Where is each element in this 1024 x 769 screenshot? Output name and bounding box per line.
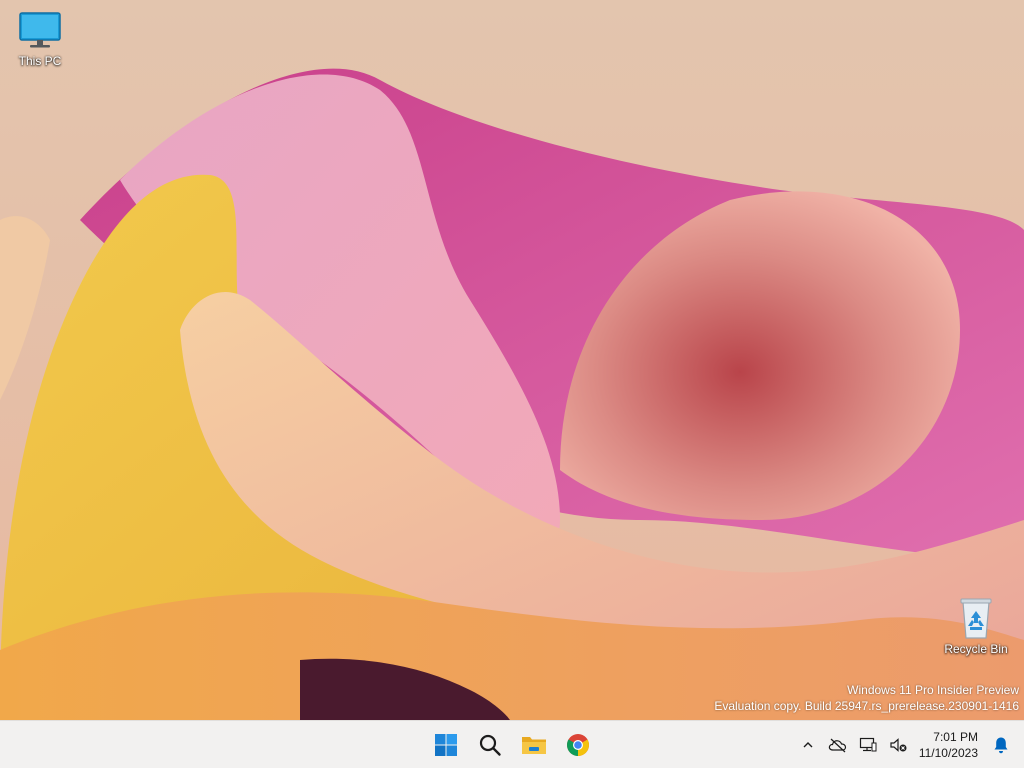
desktop-icon-label: Recycle Bin xyxy=(944,642,1008,656)
notification-center-button[interactable] xyxy=(986,725,1016,765)
desktop-icon-label: This PC xyxy=(18,54,62,68)
notification-bell-icon xyxy=(994,737,1008,754)
onedrive-tray-button[interactable] xyxy=(823,725,853,765)
chrome-icon xyxy=(567,734,589,756)
windows-logo-icon xyxy=(435,734,457,756)
search-button[interactable] xyxy=(470,725,510,765)
watermark-line2: Evaluation copy. Build 25947.rs_prerelea… xyxy=(714,699,1019,713)
network-icon xyxy=(859,737,877,752)
search-icon xyxy=(479,734,501,756)
volume-tray-button[interactable] xyxy=(883,725,913,765)
folder-icon xyxy=(522,737,546,754)
show-hidden-icons-button[interactable] xyxy=(793,725,823,765)
wallpaper xyxy=(0,0,1024,720)
desktop-icon-this-pc[interactable]: This PC xyxy=(0,8,80,68)
volume-muted-icon xyxy=(890,738,907,752)
file-explorer-button[interactable] xyxy=(514,725,554,765)
system-tray: 7:01 PM 11/10/2023 xyxy=(793,721,1016,769)
windows-watermark: Windows 11 Pro Insider Preview Evaluatio… xyxy=(714,682,1019,714)
start-button[interactable] xyxy=(426,725,466,765)
onedrive-offline-icon xyxy=(828,738,846,753)
chevron-up-icon xyxy=(803,742,813,748)
desktop[interactable]: This PC Recycle Bin Windows 11 Pro Insid… xyxy=(0,0,1024,720)
monitor-icon xyxy=(19,12,61,48)
clock-time: 7:01 PM xyxy=(933,730,978,744)
chrome-button[interactable] xyxy=(558,725,598,765)
clock-date: 11/10/2023 xyxy=(918,746,978,760)
taskbar-clock[interactable]: 7:01 PM 11/10/2023 xyxy=(913,729,986,761)
watermark-line1: Windows 11 Pro Insider Preview xyxy=(847,683,1019,697)
taskbar-apps xyxy=(424,721,600,769)
recycle-bin-icon xyxy=(960,598,992,639)
desktop-icon-recycle-bin[interactable]: Recycle Bin xyxy=(936,596,1016,656)
taskbar: 7:01 PM 11/10/2023 xyxy=(0,720,1024,768)
network-tray-button[interactable] xyxy=(853,725,883,765)
